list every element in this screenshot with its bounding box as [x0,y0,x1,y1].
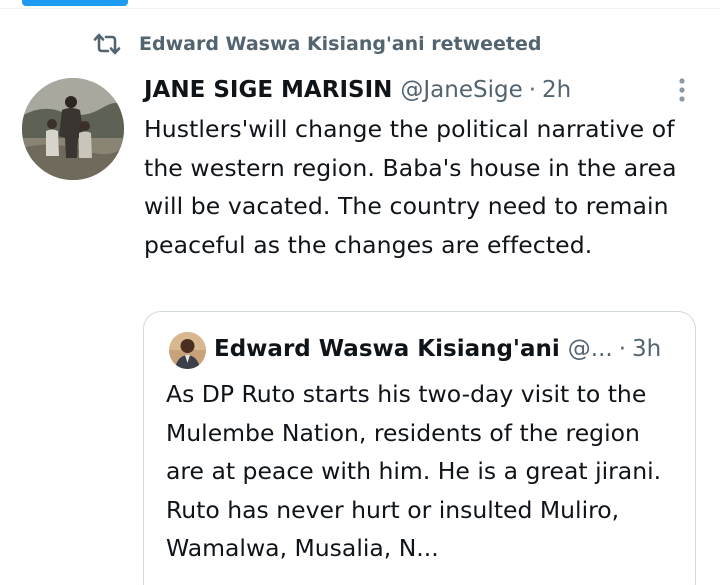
divider [0,8,720,9]
more-options-icon[interactable] [671,76,693,106]
retweet-icon [93,33,121,55]
tweet-text: Hustlers'will change the political narra… [144,115,677,259]
separator-dot: · [528,77,537,103]
retweet-context[interactable]: Edward Waswa Kisiang'ani retweeted [93,33,541,55]
tweet-timestamp[interactable]: 2h [542,74,571,106]
quoted-author-avatar[interactable] [169,332,206,369]
tweet-header: JANE SIGE MARISIN @JaneSige · 2h [144,74,571,106]
tweet-view: Edward Waswa Kisiang'ani retweeted JANE … [0,0,720,585]
quoted-author-handle[interactable]: @... [568,333,613,365]
separator-dot: · [618,336,627,362]
quoted-tweet-header: Edward Waswa Kisiang'ani @... · 3h [214,333,661,365]
quoted-author-name[interactable]: Edward Waswa Kisiang'ani [214,333,560,365]
quoted-tweet-card[interactable]: Edward Waswa Kisiang'ani @... · 3h As DP… [143,311,696,585]
author-avatar[interactable] [22,78,124,180]
author-name[interactable]: JANE SIGE MARISIN [144,74,392,106]
quoted-tweet-text: As DP Ruto starts his two-day visit to t… [166,380,662,562]
active-tab-indicator [22,0,128,6]
retweet-label: Edward Waswa Kisiang'ani retweeted [139,33,542,55]
author-handle[interactable]: @JaneSige [400,74,522,106]
quoted-tweet-timestamp[interactable]: 3h [632,333,661,365]
